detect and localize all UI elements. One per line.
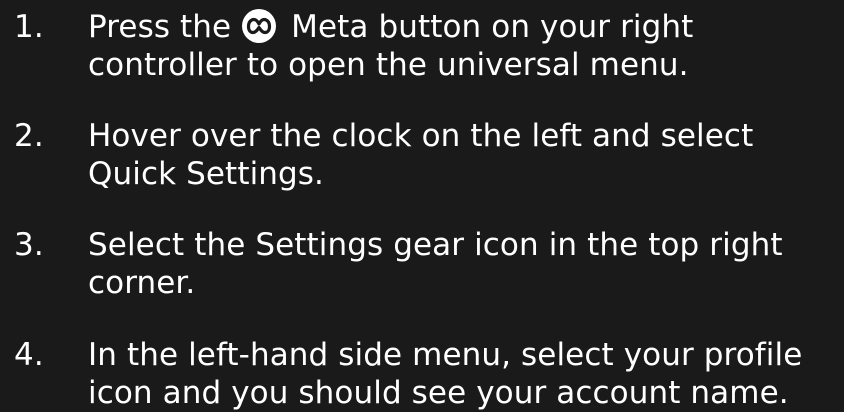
step-line: Hover over the clock on the left and sel…: [88, 118, 754, 154]
step-text: Hover over the clock on the left and sel…: [88, 117, 844, 193]
step-number: 2.: [14, 118, 44, 154]
step-number: 1.: [14, 9, 44, 45]
step-text: In the left-hand side menu, select your …: [88, 336, 844, 412]
step-text-before-icon: Press the: [88, 9, 242, 45]
step-line: Select the Settings gear icon in the top…: [88, 227, 783, 263]
step-number: 4.: [14, 337, 44, 373]
step-text: Press the Meta button on your right cont…: [88, 8, 844, 84]
instruction-list: 1. Press the Meta button on your right c…: [0, 0, 844, 412]
step-number: 3.: [14, 227, 44, 263]
step-line: Quick Settings.: [88, 156, 325, 192]
step-text: Select the Settings gear icon in the top…: [88, 226, 844, 302]
step-line: corner.: [88, 265, 196, 301]
step-line: controller to open the universal menu.: [88, 47, 689, 83]
step-text-after-icon: Meta button on your right: [281, 9, 694, 45]
step-line: Press the Meta button on your right: [88, 8, 844, 46]
step-line: In the left-hand side menu, select your …: [88, 337, 803, 373]
meta-logo-icon: [241, 8, 277, 44]
step-line: icon and you should see your account nam…: [88, 375, 789, 411]
